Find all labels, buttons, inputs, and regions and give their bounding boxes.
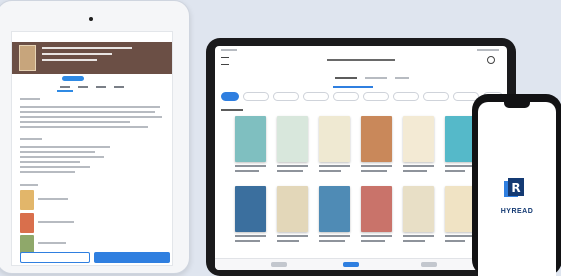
book-title <box>361 170 387 172</box>
section-heading <box>20 98 40 100</box>
filter-chip[interactable] <box>243 92 269 101</box>
book-cover[interactable] <box>277 116 308 162</box>
left-tablet <box>0 0 190 274</box>
section-heading <box>20 184 38 186</box>
book-cover[interactable] <box>361 116 392 162</box>
book-detail-screen <box>11 31 173 266</box>
active-tab-indicator <box>333 86 373 88</box>
related-book-cover[interactable] <box>20 213 34 233</box>
book-title <box>361 165 392 167</box>
filter-chip[interactable] <box>393 92 419 101</box>
library-bookshelf-screen <box>215 46 507 270</box>
book-cover[interactable] <box>403 116 434 162</box>
description-line <box>20 126 148 128</box>
description-line <box>20 121 130 123</box>
book-subtitle-text <box>42 53 112 55</box>
book-title <box>319 170 341 172</box>
book-title <box>277 170 303 172</box>
filter-chip[interactable] <box>363 92 389 101</box>
book-cover[interactable] <box>19 45 36 71</box>
bottom-nav-shelf[interactable] <box>271 262 287 267</box>
detail-line <box>20 146 110 148</box>
book-cover[interactable] <box>235 186 266 232</box>
camera-icon <box>89 17 93 21</box>
tab-author[interactable] <box>96 86 106 88</box>
description-line <box>20 116 162 118</box>
book-author-text <box>42 59 97 61</box>
book-title <box>445 170 465 172</box>
active-tab-indicator <box>57 90 73 92</box>
bottom-nav-account[interactable] <box>421 262 437 267</box>
book-title <box>277 165 308 167</box>
brand-name: HYREAD <box>500 208 534 215</box>
tab-other[interactable] <box>395 77 409 79</box>
related-book-cover[interactable] <box>20 190 34 210</box>
tab-bookshelf[interactable] <box>335 77 357 79</box>
book-title <box>277 240 299 242</box>
book-title <box>445 240 465 242</box>
book-title <box>403 240 425 242</box>
borrow-badge[interactable] <box>62 76 84 81</box>
related-book-title <box>38 242 66 244</box>
book-cover[interactable] <box>361 186 392 232</box>
description-line <box>20 106 160 108</box>
bottom-nav-library[interactable] <box>343 262 359 267</box>
tab-borrowed[interactable] <box>365 77 387 79</box>
tab-intro[interactable] <box>60 86 70 88</box>
book-cover[interactable] <box>319 116 350 162</box>
book-title-text <box>42 47 132 49</box>
book-title <box>235 165 266 167</box>
book-title <box>403 170 427 172</box>
filter-chip[interactable] <box>333 92 359 101</box>
detail-line <box>20 166 90 168</box>
description-line <box>20 111 155 113</box>
preview-button[interactable] <box>20 252 90 263</box>
filter-chip[interactable] <box>303 92 329 101</box>
filter-chip[interactable] <box>273 92 299 101</box>
filter-chip[interactable] <box>423 92 449 101</box>
book-cover[interactable] <box>235 116 266 162</box>
logo-letter: R <box>511 181 520 195</box>
book-title <box>235 170 259 172</box>
book-title <box>235 235 266 237</box>
book-title <box>361 240 385 242</box>
status-bar-icons <box>477 49 499 51</box>
detail-line <box>20 171 75 173</box>
related-book-title <box>38 221 74 223</box>
book-title <box>319 240 345 242</box>
bottom-navigation <box>215 258 507 270</box>
middle-tablet <box>206 38 516 276</box>
search-icon[interactable] <box>487 56 495 64</box>
section-heading <box>20 138 42 140</box>
book-cover[interactable] <box>277 186 308 232</box>
splash-screen: R HYREAD <box>478 102 556 276</box>
book-title <box>319 165 350 167</box>
detail-line <box>20 161 80 163</box>
tab-toc[interactable] <box>78 86 88 88</box>
book-title <box>319 235 350 237</box>
borrow-button[interactable] <box>94 252 170 263</box>
menu-icon[interactable] <box>221 57 229 65</box>
book-hero-banner <box>12 42 172 74</box>
book-title <box>403 235 434 237</box>
filter-chip-active[interactable] <box>221 92 239 101</box>
book-title <box>403 165 434 167</box>
hyread-logo-icon: R <box>504 178 524 197</box>
phone-device: R HYREAD <box>472 94 561 276</box>
section-heading <box>221 109 243 111</box>
tab-reviews[interactable] <box>114 86 124 88</box>
book-cover[interactable] <box>319 186 350 232</box>
library-title <box>327 59 395 61</box>
book-title <box>277 235 308 237</box>
detail-line <box>20 156 104 158</box>
phone-notch <box>504 102 530 108</box>
book-title <box>235 240 260 242</box>
detail-line <box>20 151 95 153</box>
book-cover[interactable] <box>403 186 434 232</box>
related-book-title <box>38 198 68 200</box>
book-title <box>361 235 392 237</box>
status-bar-time <box>221 49 237 51</box>
